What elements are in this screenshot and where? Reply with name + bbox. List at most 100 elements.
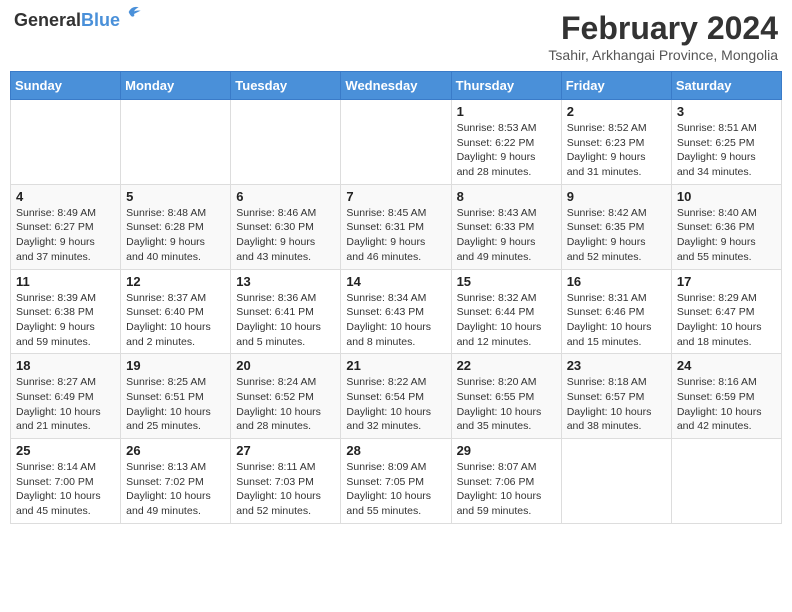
calendar-day-cell: 24 Sunrise: 8:16 AM Sunset: 6:59 PM Dayli… [671, 354, 781, 439]
weekday-header: Wednesday [341, 72, 451, 100]
day-number: 11 [16, 274, 115, 289]
day-info: Sunrise: 8:34 AM Sunset: 6:43 PM Dayligh… [346, 291, 445, 350]
calendar-day-cell: 4 Sunrise: 8:49 AM Sunset: 6:27 PM Daylig… [11, 184, 121, 269]
logo-general: General [14, 10, 81, 30]
day-number: 15 [457, 274, 556, 289]
logo-bird-icon [122, 2, 142, 22]
calendar-week-row: 1Sunrise: 8:53 AM Sunset: 6:22 PM Daylig… [11, 100, 782, 185]
day-info: Sunrise: 8:43 AM Sunset: 6:33 PM Dayligh… [457, 206, 556, 265]
day-number: 28 [346, 443, 445, 458]
calendar-week-row: 11 Sunrise: 8:39 AM Sunset: 6:38 PM Dayli… [11, 269, 782, 354]
day-info: Sunrise: 8:24 AM Sunset: 6:52 PM Dayligh… [236, 375, 335, 434]
day-number: 13 [236, 274, 335, 289]
calendar-day-cell: 15 Sunrise: 8:32 AM Sunset: 6:44 PM Dayli… [451, 269, 561, 354]
day-info: Sunrise: 8:49 AM Sunset: 6:27 PM Dayligh… [16, 206, 115, 265]
month-year-title: February 2024 [548, 10, 778, 47]
calendar-day-cell: 3Sunrise: 8:51 AM Sunset: 6:25 PM Daylig… [671, 100, 781, 185]
day-number: 24 [677, 358, 776, 373]
day-info: Sunrise: 8:39 AM Sunset: 6:38 PM Dayligh… [16, 291, 115, 350]
calendar-day-cell [341, 100, 451, 185]
day-info: Sunrise: 8:07 AM Sunset: 7:06 PM Dayligh… [457, 460, 556, 519]
calendar-day-cell: 29 Sunrise: 8:07 AM Sunset: 7:06 PM Dayli… [451, 439, 561, 524]
calendar-day-cell [671, 439, 781, 524]
day-number: 22 [457, 358, 556, 373]
day-info: Sunrise: 8:20 AM Sunset: 6:55 PM Dayligh… [457, 375, 556, 434]
day-number: 25 [16, 443, 115, 458]
calendar-week-row: 18Sunrise: 8:27 AM Sunset: 6:49 PM Dayli… [11, 354, 782, 439]
day-number: 14 [346, 274, 445, 289]
day-info: Sunrise: 8:48 AM Sunset: 6:28 PM Dayligh… [126, 206, 225, 265]
calendar-day-cell: 22 Sunrise: 8:20 AM Sunset: 6:55 PM Dayli… [451, 354, 561, 439]
day-info: Sunrise: 8:25 AM Sunset: 6:51 PM Dayligh… [126, 375, 225, 434]
calendar-day-cell: 27Sunrise: 8:11 AM Sunset: 7:03 PM Dayli… [231, 439, 341, 524]
calendar-day-cell [121, 100, 231, 185]
day-number: 21 [346, 358, 445, 373]
day-info: Sunrise: 8:14 AM Sunset: 7:00 PM Dayligh… [16, 460, 115, 519]
logo-blue: Blue [81, 10, 120, 30]
calendar-day-cell: 13 Sunrise: 8:36 AM Sunset: 6:41 PM Dayli… [231, 269, 341, 354]
calendar-day-cell: 23Sunrise: 8:18 AM Sunset: 6:57 PM Dayli… [561, 354, 671, 439]
day-number: 5 [126, 189, 225, 204]
weekday-header: Friday [561, 72, 671, 100]
day-info: Sunrise: 8:13 AM Sunset: 7:02 PM Dayligh… [126, 460, 225, 519]
calendar-day-cell: 25 Sunrise: 8:14 AM Sunset: 7:00 PM Dayli… [11, 439, 121, 524]
day-number: 19 [126, 358, 225, 373]
day-info: Sunrise: 8:53 AM Sunset: 6:22 PM Dayligh… [457, 121, 556, 180]
calendar-day-cell: 1Sunrise: 8:53 AM Sunset: 6:22 PM Daylig… [451, 100, 561, 185]
day-number: 7 [346, 189, 445, 204]
day-number: 6 [236, 189, 335, 204]
calendar-day-cell: 28 Sunrise: 8:09 AM Sunset: 7:05 PM Dayli… [341, 439, 451, 524]
day-info: Sunrise: 8:16 AM Sunset: 6:59 PM Dayligh… [677, 375, 776, 434]
day-number: 17 [677, 274, 776, 289]
calendar-week-row: 4 Sunrise: 8:49 AM Sunset: 6:27 PM Daylig… [11, 184, 782, 269]
day-info: Sunrise: 8:52 AM Sunset: 6:23 PM Dayligh… [567, 121, 666, 180]
calendar-day-cell: 7 Sunrise: 8:45 AM Sunset: 6:31 PM Daylig… [341, 184, 451, 269]
day-info: Sunrise: 8:22 AM Sunset: 6:54 PM Dayligh… [346, 375, 445, 434]
calendar-day-cell: 2 Sunrise: 8:52 AM Sunset: 6:23 PM Daylig… [561, 100, 671, 185]
calendar-day-cell: 16Sunrise: 8:31 AM Sunset: 6:46 PM Dayli… [561, 269, 671, 354]
day-number: 9 [567, 189, 666, 204]
weekday-header: Saturday [671, 72, 781, 100]
calendar-day-cell: 9 Sunrise: 8:42 AM Sunset: 6:35 PM Daylig… [561, 184, 671, 269]
day-info: Sunrise: 8:09 AM Sunset: 7:05 PM Dayligh… [346, 460, 445, 519]
day-info: Sunrise: 8:36 AM Sunset: 6:41 PM Dayligh… [236, 291, 335, 350]
calendar-day-cell: 6 Sunrise: 8:46 AM Sunset: 6:30 PM Daylig… [231, 184, 341, 269]
day-info: Sunrise: 8:42 AM Sunset: 6:35 PM Dayligh… [567, 206, 666, 265]
weekday-header: Monday [121, 72, 231, 100]
day-number: 10 [677, 189, 776, 204]
day-number: 16 [567, 274, 666, 289]
calendar-day-cell [231, 100, 341, 185]
day-number: 23 [567, 358, 666, 373]
calendar-day-cell: 12Sunrise: 8:37 AM Sunset: 6:40 PM Dayli… [121, 269, 231, 354]
calendar-day-cell: 10 Sunrise: 8:40 AM Sunset: 6:36 PM Dayli… [671, 184, 781, 269]
calendar-table: SundayMondayTuesdayWednesdayThursdayFrid… [10, 71, 782, 524]
day-number: 12 [126, 274, 225, 289]
location-subtitle: Tsahir, Arkhangai Province, Mongolia [548, 47, 778, 63]
header: GeneralBlue February 2024 Tsahir, Arkhan… [10, 10, 782, 63]
calendar-day-cell: 21 Sunrise: 8:22 AM Sunset: 6:54 PM Dayli… [341, 354, 451, 439]
calendar-week-row: 25 Sunrise: 8:14 AM Sunset: 7:00 PM Dayli… [11, 439, 782, 524]
calendar-header-row: SundayMondayTuesdayWednesdayThursdayFrid… [11, 72, 782, 100]
day-info: Sunrise: 8:45 AM Sunset: 6:31 PM Dayligh… [346, 206, 445, 265]
day-number: 8 [457, 189, 556, 204]
day-number: 29 [457, 443, 556, 458]
weekday-header: Thursday [451, 72, 561, 100]
day-info: Sunrise: 8:32 AM Sunset: 6:44 PM Dayligh… [457, 291, 556, 350]
day-number: 2 [567, 104, 666, 119]
calendar-day-cell: 8 Sunrise: 8:43 AM Sunset: 6:33 PM Daylig… [451, 184, 561, 269]
day-info: Sunrise: 8:40 AM Sunset: 6:36 PM Dayligh… [677, 206, 776, 265]
day-info: Sunrise: 8:29 AM Sunset: 6:47 PM Dayligh… [677, 291, 776, 350]
calendar-day-cell: 17 Sunrise: 8:29 AM Sunset: 6:47 PM Dayli… [671, 269, 781, 354]
day-info: Sunrise: 8:46 AM Sunset: 6:30 PM Dayligh… [236, 206, 335, 265]
day-info: Sunrise: 8:11 AM Sunset: 7:03 PM Dayligh… [236, 460, 335, 519]
calendar-day-cell: 5 Sunrise: 8:48 AM Sunset: 6:28 PM Daylig… [121, 184, 231, 269]
day-number: 18 [16, 358, 115, 373]
calendar-day-cell: 18Sunrise: 8:27 AM Sunset: 6:49 PM Dayli… [11, 354, 121, 439]
day-number: 4 [16, 189, 115, 204]
day-info: Sunrise: 8:51 AM Sunset: 6:25 PM Dayligh… [677, 121, 776, 180]
day-number: 26 [126, 443, 225, 458]
logo: GeneralBlue [14, 10, 120, 31]
weekday-header: Tuesday [231, 72, 341, 100]
calendar-day-cell: 19 Sunrise: 8:25 AM Sunset: 6:51 PM Dayli… [121, 354, 231, 439]
calendar-day-cell [561, 439, 671, 524]
